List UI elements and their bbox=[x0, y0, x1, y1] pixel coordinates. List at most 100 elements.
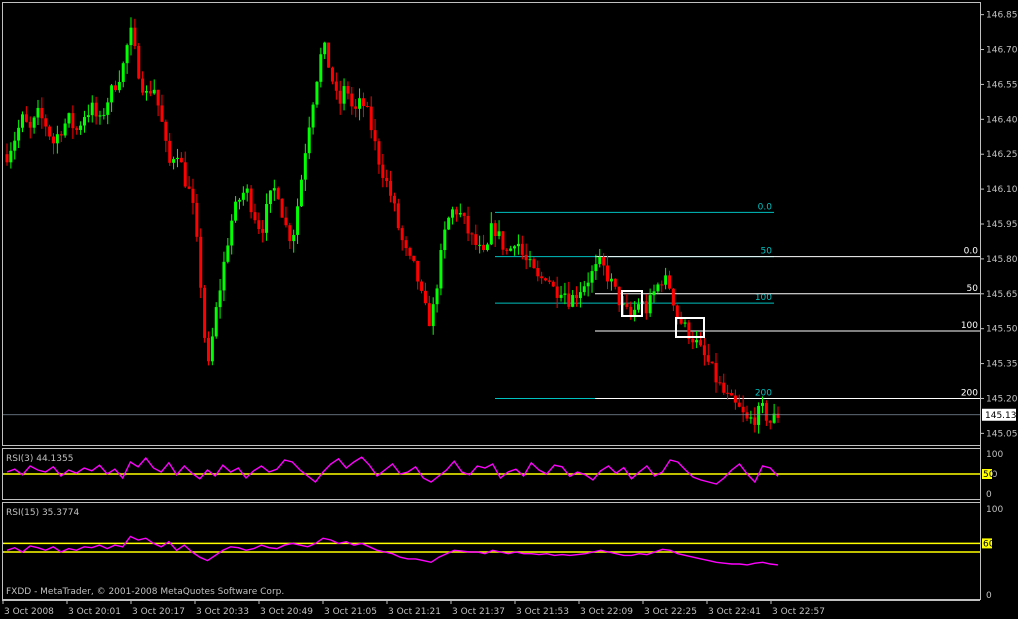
candle-body bbox=[695, 340, 699, 343]
candle-body bbox=[683, 322, 687, 324]
price-tick-label: 146.85 bbox=[986, 11, 1018, 21]
candle-body bbox=[733, 395, 737, 403]
candle-body bbox=[730, 393, 734, 396]
fib-level-label: 200 bbox=[755, 388, 772, 398]
candle-body bbox=[373, 130, 377, 142]
time-tick-label: 3 Oct 20:49 bbox=[260, 607, 313, 617]
candle-body bbox=[532, 259, 536, 269]
candle-body bbox=[652, 291, 656, 296]
candle-body bbox=[617, 286, 621, 306]
candle-body bbox=[79, 125, 83, 130]
candle-body bbox=[117, 81, 121, 91]
time-tick-label: 3 Oct 22:41 bbox=[708, 607, 761, 617]
candle-body bbox=[513, 246, 517, 249]
candle-body bbox=[718, 382, 722, 384]
candle-body bbox=[323, 42, 327, 55]
candle-body bbox=[288, 225, 292, 242]
candle-body bbox=[714, 362, 718, 383]
rsi-level-label: 60 bbox=[983, 539, 995, 549]
candle-body bbox=[416, 260, 420, 282]
candle-body bbox=[671, 288, 675, 306]
price-tick-label: 146.70 bbox=[986, 46, 1018, 56]
time-tick-label: 3 Oct 21:53 bbox=[516, 607, 569, 617]
candle-body bbox=[172, 159, 176, 163]
candle-body bbox=[296, 206, 300, 235]
candle-body bbox=[311, 104, 315, 128]
candle-body bbox=[265, 204, 269, 233]
candle-body bbox=[582, 286, 586, 293]
candle-body bbox=[144, 91, 148, 93]
candle-body bbox=[377, 141, 381, 165]
candle-body bbox=[48, 126, 52, 137]
candle-body bbox=[342, 86, 346, 104]
candle-body bbox=[346, 86, 350, 94]
candle-body bbox=[82, 117, 86, 126]
candle-body bbox=[245, 188, 249, 193]
time-tick-label: 3 Oct 22:25 bbox=[644, 607, 697, 617]
candle-body bbox=[175, 157, 179, 160]
price-tick-label: 146.55 bbox=[986, 80, 1018, 90]
candle-body bbox=[230, 220, 234, 246]
candle-body bbox=[547, 280, 551, 282]
candle-body bbox=[447, 217, 451, 230]
candle-body bbox=[210, 336, 214, 362]
candle-body bbox=[121, 63, 125, 82]
candle-body bbox=[664, 275, 668, 285]
candle-body bbox=[280, 198, 284, 218]
candle-body bbox=[602, 256, 606, 266]
candle-body bbox=[606, 265, 610, 282]
candle-body bbox=[199, 236, 203, 288]
price-tick-label: 145.80 bbox=[986, 255, 1018, 265]
candle-body bbox=[524, 254, 528, 261]
candle-body bbox=[40, 107, 44, 119]
candle-body bbox=[385, 177, 389, 182]
candle-body bbox=[702, 345, 706, 356]
candle-body bbox=[86, 115, 90, 118]
fib-level-label: 100 bbox=[961, 321, 978, 331]
price-tick-label: 145.20 bbox=[986, 394, 1018, 404]
candle-body bbox=[482, 244, 486, 251]
rsi3-panel: 10050050 bbox=[3, 450, 1003, 500]
candle-body bbox=[113, 85, 117, 91]
candle-body bbox=[505, 249, 509, 251]
candle-body bbox=[237, 199, 241, 202]
candle-body bbox=[586, 282, 590, 287]
candle-body bbox=[195, 202, 199, 237]
time-tick-label: 3 Oct 21:05 bbox=[324, 607, 377, 617]
price-tick-label: 145.50 bbox=[986, 325, 1018, 335]
candle-body bbox=[656, 284, 660, 292]
candle-body bbox=[191, 188, 195, 203]
candle-body bbox=[551, 281, 555, 287]
candle-body bbox=[13, 140, 17, 151]
candle-body bbox=[598, 256, 602, 265]
candle-body bbox=[575, 295, 579, 299]
time-tick-label: 3 Oct 20:01 bbox=[68, 607, 121, 617]
candle-body bbox=[71, 113, 75, 129]
candle-body bbox=[435, 288, 439, 305]
candle-body bbox=[67, 113, 71, 124]
candle-body bbox=[369, 106, 373, 131]
candle-body bbox=[234, 201, 238, 221]
candle-body bbox=[5, 154, 9, 163]
candle-body bbox=[776, 413, 780, 418]
candle-body bbox=[315, 81, 319, 105]
candle-body bbox=[268, 190, 272, 205]
candle-body bbox=[462, 212, 466, 216]
candle-body bbox=[206, 337, 210, 362]
candle-body bbox=[292, 234, 296, 242]
candle-body bbox=[141, 78, 145, 93]
candle-body bbox=[226, 245, 230, 262]
candle-body bbox=[32, 117, 36, 128]
candle-body bbox=[478, 244, 482, 246]
candle-body bbox=[578, 292, 582, 299]
candle-body bbox=[164, 121, 168, 141]
candle-body bbox=[675, 305, 679, 318]
candle-body bbox=[497, 231, 501, 237]
candle-body bbox=[768, 420, 772, 423]
candle-body bbox=[431, 304, 435, 327]
rsi-level-label: 50 bbox=[983, 470, 995, 480]
price-tick-label: 145.95 bbox=[986, 220, 1018, 230]
rsi3-label: RSI(3) 44.1355 bbox=[6, 454, 73, 464]
candle-body bbox=[28, 121, 32, 128]
candle-body bbox=[222, 261, 226, 291]
